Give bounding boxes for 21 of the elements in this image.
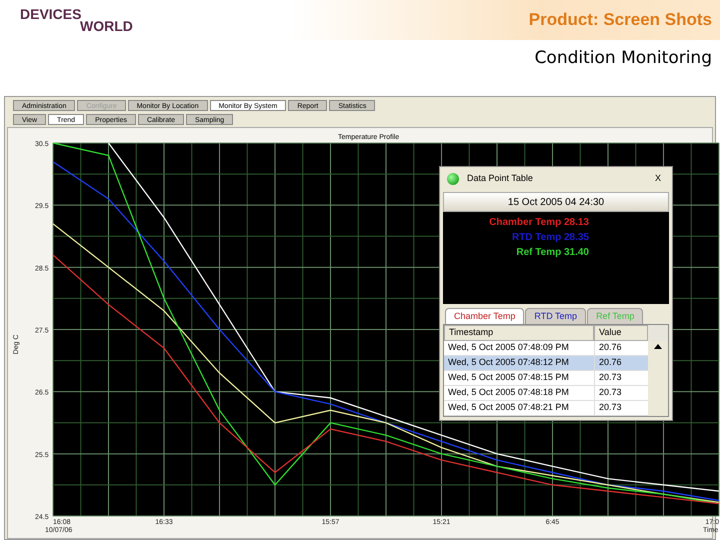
scroll-up-icon[interactable]	[654, 344, 662, 349]
tab[interactable]: Chamber Temp	[445, 308, 524, 324]
table-cell: Wed, 5 Oct 2005 07:48:21 PM	[444, 401, 594, 416]
logo-text: DEVICES	[20, 8, 82, 20]
reading-label: Ref Temp 31.40	[516, 246, 589, 260]
column-header: Timestamp	[444, 325, 594, 341]
slide-title: Product: Screen Shots	[528, 9, 712, 32]
table-cell: Wed, 5 Oct 2005 07:48:12 PM	[444, 356, 594, 371]
scrollbar[interactable]	[648, 341, 668, 416]
table-cell: Wed, 5 Oct 2005 07:48:18 PM	[444, 386, 594, 401]
window-title: Data Point Table	[467, 172, 534, 186]
tab[interactable]: RTD Temp	[525, 308, 586, 324]
datetime-header: 15 Oct 2005 04 24:30	[443, 192, 669, 212]
table-cell: Wed, 5 Oct 2005 07:48:15 PM	[444, 371, 594, 386]
close-button[interactable]: X	[650, 172, 665, 186]
reading-label: RTD Temp 28.35	[512, 231, 589, 245]
logo-text: WORLD	[80, 20, 133, 32]
reading-label: Chamber Temp 28.13	[489, 216, 589, 230]
slide-subtitle: Condition Monitoring	[534, 47, 712, 70]
column-header: Value	[594, 325, 648, 341]
table-cell: 20.76	[594, 356, 648, 371]
